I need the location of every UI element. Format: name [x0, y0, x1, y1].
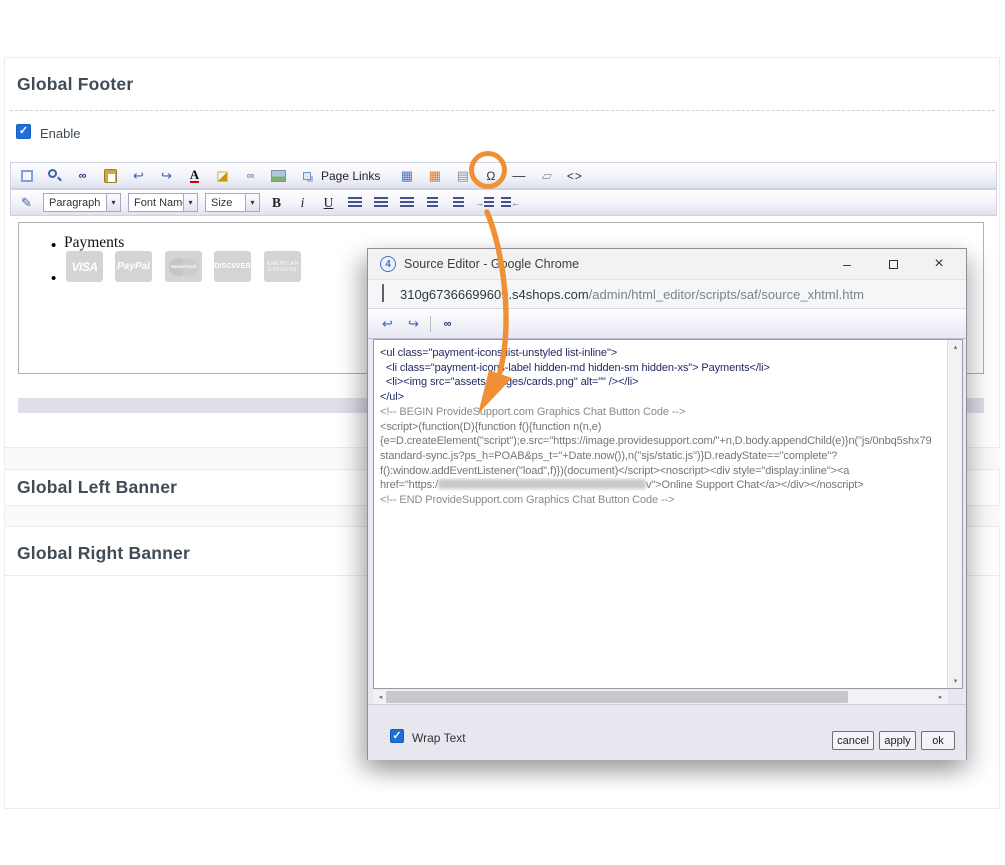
section-title-global-left-banner: Global Left Banner [17, 477, 177, 498]
scrollbar-thumb[interactable] [386, 691, 848, 703]
code-line: <ul class="payment-icons list-unstyled l… [380, 346, 946, 361]
indent-icon[interactable]: → [475, 193, 494, 212]
mastercard-card-image: MasterCard [165, 251, 202, 282]
link-icon[interactable]: ∞ [241, 166, 260, 185]
code-line: <li class="payment-icons-label hidden-md… [380, 361, 946, 376]
wrap-text-checkbox[interactable]: ✓ [390, 729, 404, 743]
wrap-text-label: Wrap Text [412, 731, 466, 745]
undo-icon[interactable]: ↩ [378, 314, 397, 333]
scroll-right-icon[interactable]: ▸ [933, 690, 948, 704]
enable-label: Enable [40, 126, 80, 141]
source-code-textarea[interactable]: <ul class="payment-icons list-unstyled l… [373, 339, 963, 689]
size-dropdown[interactable]: Size▾ [205, 193, 260, 212]
section-title-global-right-banner: Global Right Banner [17, 543, 190, 564]
source-editor-toolbar: ↩ ↪ ∞ [368, 309, 966, 339]
list-bullet: • [51, 237, 56, 254]
close-button[interactable]: × [924, 251, 954, 277]
discover-card-image: DISC0VER [214, 251, 251, 282]
visa-card-image: VISA [66, 251, 103, 282]
undo-icon[interactable]: ↩ [129, 166, 148, 185]
bold-button[interactable]: B [267, 193, 286, 212]
chevron-down-icon: ▾ [183, 194, 197, 211]
window-title: Source Editor - Google Chrome [404, 257, 824, 271]
horizontal-rule-icon[interactable]: — [509, 166, 528, 185]
horizontal-scrollbar[interactable]: ◂ ▸ [373, 690, 948, 704]
paragraph-dropdown[interactable]: Paragraph▾ [43, 193, 121, 212]
amex-card-image: AMERICANEXPRESS [264, 251, 301, 282]
paste-icon[interactable] [101, 166, 120, 185]
check-icon: ✓ [392, 730, 401, 742]
list-bullet: • [51, 270, 56, 287]
code-line: <!-- END ProvideSupport.com Graphics Cha… [380, 493, 946, 508]
chevron-down-icon: ▾ [106, 194, 120, 211]
table-edit-icon[interactable]: ▦ [425, 166, 444, 185]
scrollbar-corner [948, 690, 963, 704]
eraser-icon[interactable]: ▱ [537, 166, 556, 185]
toolbar-separator [430, 316, 431, 332]
redo-icon[interactable]: ↪ [157, 166, 176, 185]
source-editor-window: 4 Source Editor - Google Chrome – × 310g… [367, 248, 967, 760]
code-line: <script>(function(D){function f(){functi… [380, 420, 946, 435]
chrome-favicon-icon: 4 [380, 256, 396, 272]
find-icon[interactable]: ∞ [438, 314, 457, 333]
page-links-button[interactable]: Page Links [321, 169, 380, 183]
editor-toolbar-row2: ✎ Paragraph▾ Font Name▾ Size▾ B i U → ← [10, 189, 997, 216]
payments-label: Payments [64, 234, 124, 252]
scroll-up-icon[interactable]: ▴ [948, 340, 963, 354]
code-line: href="https:/v">Online Support Chat</a><… [380, 478, 946, 493]
check-icon: ✓ [19, 125, 28, 137]
source-code-icon[interactable]: <> [565, 166, 584, 185]
edit-pencil-icon[interactable]: ✎ [17, 193, 36, 212]
chevron-down-icon: ▾ [245, 194, 259, 211]
code-line: f():window.addEventListener("load",f)})(… [380, 464, 946, 479]
underline-button[interactable]: U [319, 193, 338, 212]
redo-icon[interactable]: ↪ [404, 314, 423, 333]
paypal-card-image: PayPal [115, 251, 152, 282]
cancel-button[interactable]: cancel [832, 731, 874, 750]
font-color-icon[interactable]: A [185, 166, 204, 185]
lock-icon [382, 285, 391, 303]
italic-button[interactable]: i [293, 193, 312, 212]
code-line: <!-- BEGIN ProvideSupport.com Graphics C… [380, 405, 946, 420]
table-icon[interactable]: ▦ [397, 166, 416, 185]
code-line: </ul> [380, 390, 946, 405]
ordered-list-icon[interactable] [423, 193, 442, 212]
vertical-scrollbar[interactable]: ▴ ▾ [947, 340, 962, 688]
scroll-down-icon[interactable]: ▾ [948, 674, 963, 688]
align-left-icon[interactable] [345, 193, 364, 212]
popup-footer: ✓ Wrap Text cancel apply ok [368, 704, 966, 760]
ok-button[interactable]: ok [921, 731, 955, 750]
url-bar[interactable]: 310g67366699609.s4shops.com/admin/html_e… [368, 279, 966, 309]
code-line: {e=D.createElement("script");e.src="http… [380, 434, 946, 449]
window-titlebar[interactable]: 4 Source Editor - Google Chrome – × [368, 249, 966, 279]
page-title: Global Footer [17, 74, 133, 95]
apply-button[interactable]: apply [879, 731, 916, 750]
align-right-icon[interactable] [397, 193, 416, 212]
annotation-circle [469, 151, 507, 189]
page-link-icon[interactable] [297, 166, 316, 185]
minimize-button[interactable]: – [832, 251, 862, 277]
code-line: standard-sync.js?ps_h=POAB&ps_t="+Date.n… [380, 449, 946, 464]
page-url: 310g67366699609.s4shops.com/admin/html_e… [400, 287, 864, 302]
image-icon[interactable] [269, 166, 288, 185]
fullscreen-icon[interactable] [17, 166, 36, 185]
enable-checkbox[interactable]: ✓ [16, 124, 31, 139]
maximize-button[interactable] [878, 251, 908, 277]
font-name-dropdown[interactable]: Font Name▾ [128, 193, 198, 212]
highlight-icon[interactable]: ◪ [213, 166, 232, 185]
unordered-list-icon[interactable] [449, 193, 468, 212]
preview-icon[interactable] [45, 166, 64, 185]
outdent-icon[interactable]: ← [501, 193, 520, 212]
redacted-url [438, 479, 646, 489]
code-line: <li><img src="assets/images/cards.png" a… [380, 375, 946, 390]
source-code: <ul class="payment-icons list-unstyled l… [380, 346, 946, 508]
find-icon[interactable]: ∞ [73, 166, 92, 185]
divider [10, 110, 995, 111]
align-center-icon[interactable] [371, 193, 390, 212]
